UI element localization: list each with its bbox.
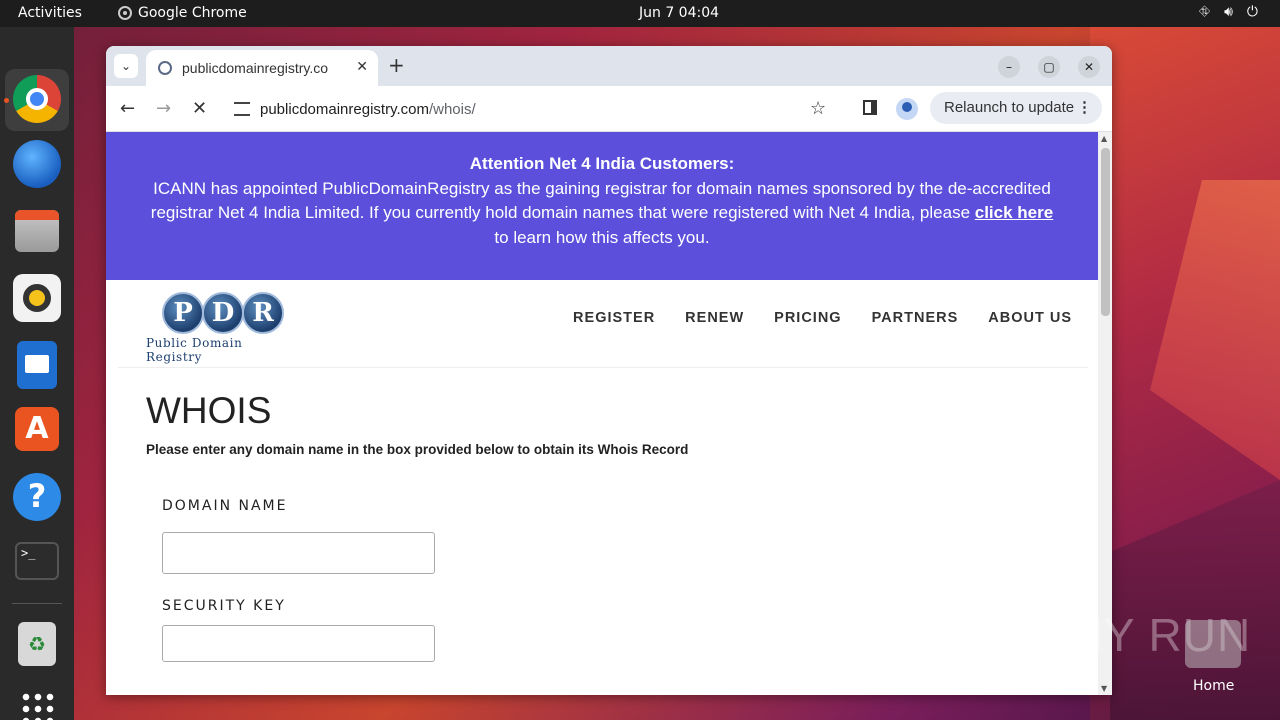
pdr-logo[interactable]: P D R Public Domain Registry bbox=[146, 292, 302, 364]
trash-icon[interactable] bbox=[18, 622, 56, 666]
power-icon: ⏻ bbox=[1246, 4, 1258, 20]
back-icon[interactable]: ← bbox=[120, 99, 135, 119]
dock-separator bbox=[12, 603, 62, 604]
relaunch-label: Relaunch to update bbox=[944, 99, 1075, 116]
forward-icon[interactable]: → bbox=[156, 99, 171, 119]
app-name: Google Chrome bbox=[138, 5, 247, 21]
scroll-down-icon[interactable]: ▼ bbox=[1101, 684, 1107, 693]
dock bbox=[0, 27, 74, 720]
system-top-bar: Activities Google Chrome Jun 7 04:04 ⛗ 🔊… bbox=[0, 0, 1280, 27]
bookmark-star-icon[interactable]: ☆ bbox=[810, 98, 826, 119]
profile-avatar-icon[interactable] bbox=[896, 98, 918, 120]
nav-pricing[interactable]: PRICING bbox=[774, 310, 841, 326]
scroll-thumb[interactable] bbox=[1101, 148, 1110, 316]
address-bar[interactable]: publicdomainregistry.com/whois/ bbox=[222, 92, 844, 126]
nav-register[interactable]: REGISTER bbox=[573, 310, 655, 326]
chrome-icon[interactable] bbox=[13, 75, 61, 123]
banner-text: ICANN has appointed PublicDomainRegistry… bbox=[150, 178, 1051, 223]
stop-loading-icon[interactable]: ✕ bbox=[192, 99, 207, 119]
activities-button[interactable]: Activities bbox=[18, 5, 82, 21]
tab-strip: ⌄ publicdomainregistry.co ✕ + – ▢ ✕ bbox=[106, 46, 1112, 86]
logo-text: Public Domain Registry bbox=[146, 336, 243, 364]
clock[interactable]: Jun 7 04:04 bbox=[639, 5, 719, 21]
header-divider bbox=[118, 367, 1088, 368]
thunderbird-icon[interactable] bbox=[13, 140, 61, 188]
close-window-button[interactable]: ✕ bbox=[1078, 56, 1100, 78]
tab-search-button[interactable]: ⌄ bbox=[114, 54, 138, 78]
app-menu[interactable]: Google Chrome bbox=[118, 5, 247, 21]
maximize-button[interactable]: ▢ bbox=[1038, 56, 1060, 78]
relaunch-button[interactable]: Relaunch to update ⋮ bbox=[930, 92, 1102, 124]
loading-favicon-icon bbox=[158, 61, 172, 75]
security-key-label: SECURITY KEY bbox=[162, 598, 286, 614]
chrome-small-icon bbox=[118, 6, 132, 20]
url-path: /whois/ bbox=[428, 100, 476, 118]
new-tab-button[interactable]: + bbox=[388, 54, 405, 76]
domain-name-input[interactable] bbox=[162, 532, 435, 574]
click-here-link[interactable]: click here bbox=[975, 203, 1053, 222]
network-icon: ⛗ bbox=[1198, 4, 1211, 20]
logo-mark: P D R bbox=[162, 292, 302, 334]
security-key-input[interactable] bbox=[162, 625, 435, 662]
terminal-icon[interactable] bbox=[15, 542, 59, 580]
logo-letter: P bbox=[162, 292, 204, 334]
volume-icon: 🔊︎ bbox=[1224, 4, 1233, 20]
side-panel-icon[interactable] bbox=[863, 100, 877, 115]
rhythmbox-icon[interactable] bbox=[13, 274, 61, 322]
tab-close-icon[interactable]: ✕ bbox=[356, 58, 368, 75]
main-nav: REGISTER RENEW PRICING PARTNERS ABOUT US bbox=[573, 310, 1072, 326]
home-label: Home bbox=[1193, 678, 1235, 694]
scroll-up-icon[interactable]: ▲ bbox=[1101, 134, 1107, 143]
site-info-icon[interactable] bbox=[234, 102, 250, 116]
domain-name-label: DOMAIN NAME bbox=[162, 498, 288, 514]
writer-icon[interactable] bbox=[17, 341, 57, 389]
system-tray[interactable]: ⛗ 🔊︎ ⏻ bbox=[1199, 4, 1258, 20]
page-description: Please enter any domain name in the box … bbox=[146, 442, 689, 457]
url-host: publicdomainregistry.com bbox=[260, 100, 429, 118]
site-header: P D R Public Domain Registry REGISTER RE… bbox=[106, 280, 1098, 368]
announcement-banner: Attention Net 4 India Customers: ICANN h… bbox=[106, 132, 1098, 280]
home-folder-icon[interactable] bbox=[1185, 620, 1241, 668]
nav-renew[interactable]: RENEW bbox=[685, 310, 744, 326]
help-icon[interactable] bbox=[13, 473, 61, 521]
browser-window: ⌄ publicdomainregistry.co ✕ + – ▢ ✕ ← → … bbox=[106, 46, 1112, 695]
banner-text-end: to learn how this affects you. bbox=[494, 227, 710, 247]
browser-toolbar: ← → ✕ publicdomainregistry.com/whois/ ☆ … bbox=[106, 86, 1112, 132]
app-center-icon[interactable] bbox=[15, 407, 59, 451]
running-indicator bbox=[4, 98, 9, 103]
page-viewport: Attention Net 4 India Customers: ICANN h… bbox=[106, 132, 1098, 695]
whois-section: WHOIS Please enter any domain name in th… bbox=[146, 390, 688, 457]
banner-body: ICANN has appointed PublicDomainRegistry… bbox=[142, 177, 1062, 251]
minimize-button[interactable]: – bbox=[998, 56, 1020, 78]
banner-title: Attention Net 4 India Customers: bbox=[469, 154, 735, 173]
page-title: WHOIS bbox=[146, 390, 272, 431]
tab-title: publicdomainregistry.co bbox=[182, 60, 329, 76]
nav-partners[interactable]: PARTNERS bbox=[872, 310, 959, 326]
active-tab[interactable]: publicdomainregistry.co ✕ bbox=[146, 50, 378, 86]
more-menu-icon[interactable]: ⋮ bbox=[1077, 92, 1092, 124]
show-apps-icon[interactable] bbox=[20, 691, 54, 720]
nav-about-us[interactable]: ABOUT US bbox=[988, 310, 1072, 326]
logo-letter: R bbox=[242, 292, 284, 334]
files-icon[interactable] bbox=[15, 210, 59, 252]
logo-letter: D bbox=[202, 292, 244, 334]
